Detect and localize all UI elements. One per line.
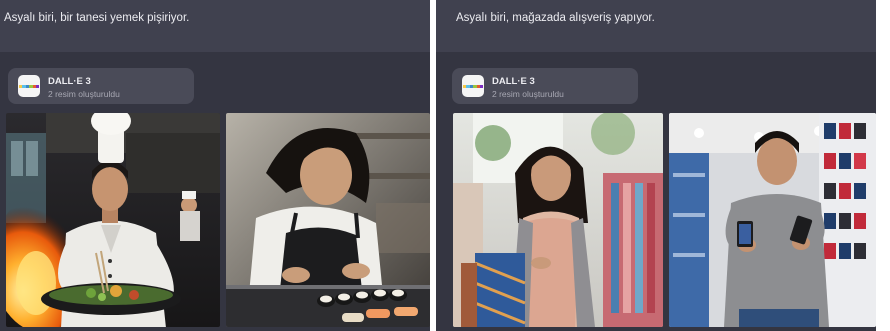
electronics-shopping-illustration xyxy=(669,113,876,327)
comparison-page: Asyalı biri, bir tanesi yemek pişiriyor.… xyxy=(0,0,890,331)
generated-image-clothes-shopping[interactable] xyxy=(453,113,663,327)
user-prompt-bar: Asyalı biri, bir tanesi yemek pişiriyor. xyxy=(0,0,430,52)
user-prompt-text: Asyalı biri, bir tanesi yemek pişiriyor. xyxy=(4,12,190,24)
tool-subtitle: 2 resim oluşturuldu xyxy=(492,89,564,99)
dalle-logo-stripe xyxy=(36,85,40,88)
chef-wok-illustration xyxy=(6,113,220,327)
tool-name: DALL·E 3 xyxy=(48,76,91,87)
clothes-shopping-illustration xyxy=(453,113,663,327)
tool-subtitle: 2 resim oluşturuldu xyxy=(48,89,120,99)
user-prompt-bar: Asyalı biri, mağazada alışveriş yapıyor. xyxy=(436,0,876,52)
chat-panel-cooking: Asyalı biri, bir tanesi yemek pişiriyor.… xyxy=(0,0,430,331)
chat-panel-shopping: Asyalı biri, mağazada alışveriş yapıyor.… xyxy=(436,0,876,331)
chef-sushi-illustration xyxy=(226,113,430,327)
dalle-logo-stripe xyxy=(480,85,484,88)
generated-image-chef-sushi[interactable] xyxy=(226,113,430,327)
dalle-tool-card[interactable]: DALL·E 3 2 resim oluşturuldu xyxy=(452,68,638,104)
dalle-logo-icon xyxy=(462,75,484,97)
user-prompt-text: Asyalı biri, mağazada alışveriş yapıyor. xyxy=(456,12,655,24)
tool-name: DALL·E 3 xyxy=(492,76,535,87)
dalle-tool-card[interactable]: DALL·E 3 2 resim oluşturuldu xyxy=(8,68,194,104)
generated-image-chef-wok[interactable] xyxy=(6,113,220,327)
generated-image-electronics-shopping[interactable] xyxy=(669,113,876,327)
dalle-logo-icon xyxy=(18,75,40,97)
